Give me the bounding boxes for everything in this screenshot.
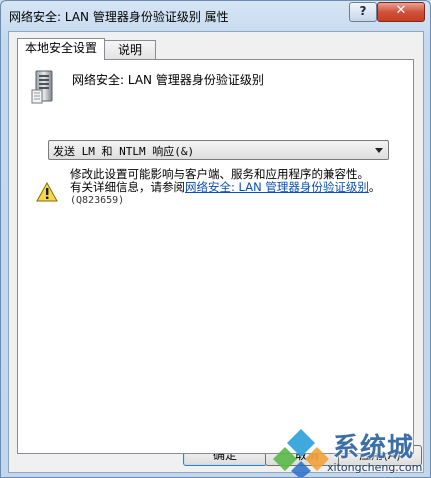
help-button[interactable]: ? (349, 2, 377, 22)
policy-name: 网络安全: LAN 管理器身份验证级别 (72, 73, 264, 87)
tab-panel: 网络安全: LAN 管理器身份验证级别 发送 LM 和 NTLM 响应(&) 修… (17, 59, 414, 454)
kb-reference: (Q823659) (70, 195, 125, 206)
warning-icon (36, 182, 58, 202)
server-icon (31, 70, 53, 104)
watermark-logo-icon (273, 429, 329, 477)
tab-explain[interactable]: 说明 (104, 40, 156, 60)
select-value: 发送 LM 和 NTLM 响应(&) (53, 145, 195, 158)
warning-line-2-suffix: 。 (368, 180, 381, 194)
dialog-client-area: 本地安全设置 说明 网络安全: LAN 管理器身份验证级别 发送 LM 和 NT… (8, 31, 424, 473)
close-button[interactable]: ✕ (377, 2, 425, 22)
warning-line-2-prefix: 有关详细信息，请参阅 (70, 180, 185, 194)
title-bar[interactable]: 网络安全: LAN 管理器身份验证级别 属性 ? ✕ (1, 1, 430, 31)
auth-level-select[interactable]: 发送 LM 和 NTLM 响应(&) (48, 140, 389, 160)
compatibility-warning: 修改此设置可能影响与客户端、服务和应用程序的兼容性。 有关详细信息，请参阅网络安… (70, 168, 410, 207)
help-icon: ? (359, 4, 367, 18)
watermark-text: 系统城 (333, 433, 415, 463)
close-icon: ✕ (395, 3, 407, 18)
properties-dialog: 网络安全: LAN 管理器身份验证级别 属性 ? ✕ 本地安全设置 说明 网络安… (0, 0, 431, 478)
watermark-url: xitongcheng.com (327, 461, 423, 474)
site-watermark: 系统城 xitongcheng.com (271, 425, 430, 477)
window-title: 网络安全: LAN 管理器身份验证级别 属性 (9, 10, 229, 24)
tab-local-security-setting[interactable]: 本地安全设置 (17, 38, 105, 60)
help-link[interactable]: 网络安全: LAN 管理器身份验证级别 (185, 180, 369, 194)
chevron-down-icon[interactable] (375, 148, 383, 153)
